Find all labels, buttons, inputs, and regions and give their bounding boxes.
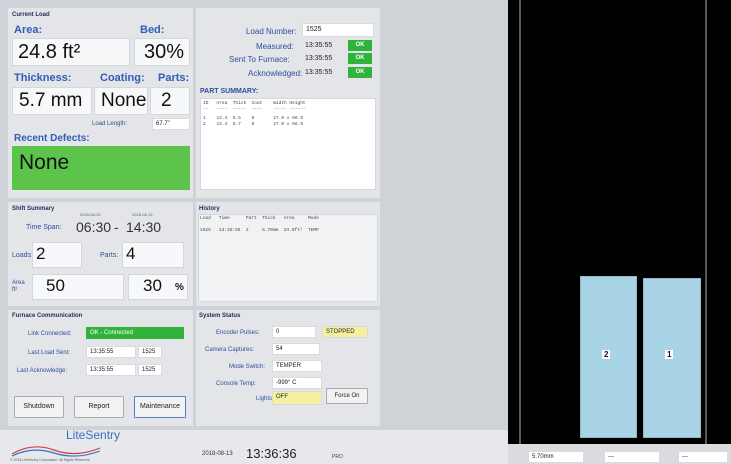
last-load-sent-time: 13:35:55 [86, 346, 136, 358]
area-value: 24.8 ft² [18, 41, 81, 63]
viewer-divider [519, 0, 521, 444]
viewer-field-2: --- [604, 451, 660, 463]
measured-status: OK [348, 40, 372, 51]
footer-date: 2018-08-13 [202, 451, 233, 457]
thickness-label: Thickness: [14, 72, 72, 84]
part-summary-row: 1 12.4 5.5 0 27.0 x 66.9 [203, 116, 303, 121]
time-span-label: Time Span: [26, 224, 62, 231]
bed-value: 30% [144, 41, 185, 63]
loads-value: 2 [36, 244, 46, 263]
loads-label: Loads: [12, 252, 34, 259]
link-connected-text: OK - Connected [90, 330, 134, 336]
last-load-sent-num: 1525 [138, 346, 162, 358]
coating-value: None [101, 90, 147, 111]
parts-label: Parts: [158, 72, 190, 84]
last-acknowledge-label: Last Acknowledge: [17, 368, 68, 374]
end-time: 14:30 [126, 219, 162, 235]
furnace-title: Furnace Communication [12, 313, 83, 319]
glass-part-1-label: 1 [665, 350, 674, 359]
part-summary-row: 2 12.4 5.7 0 27.0 x 66.9 [203, 122, 303, 127]
history-header: Load Time Part Thick Area Mode [200, 216, 319, 221]
footer-extra: PRO [332, 454, 343, 460]
end-date: 2018-08-13 [132, 212, 153, 217]
mode-switch-label: Mode Switch: [229, 364, 266, 370]
history-row[interactable]: 1525 13:35:55 2 5.70mm 24.8ft² TEMP [200, 228, 319, 233]
parts-value: 2 [161, 90, 172, 111]
viewer-divider [705, 0, 707, 444]
glass-part-2-label: 2 [602, 350, 611, 359]
load-length-value: 67.7" [152, 118, 190, 130]
console-temp-label: Console Temp: [216, 381, 256, 387]
console-temp-value: -999° C [272, 377, 322, 389]
start-time: 06:30 [76, 219, 112, 235]
shift-parts-label: Parts: [100, 252, 119, 259]
coating-label: Coating: [100, 72, 145, 84]
start-date: 2018-08-13 [80, 212, 101, 217]
thickness-readout: 5.70mm [528, 451, 584, 463]
last-acknowledge-num: 1525 [138, 364, 162, 376]
history-title: History [199, 206, 220, 212]
camera-label: Camera Captures: [205, 347, 255, 353]
recent-defects-value: None [19, 151, 70, 174]
camera-value: 54 [272, 343, 320, 355]
viewer-field-3: --- [678, 451, 728, 463]
shift-area-value: 50 [46, 276, 65, 295]
load-number-label: Load Number: [246, 27, 297, 36]
acknowledged-label: Acknowledged: [248, 69, 303, 78]
shift-pct-unit: % [175, 282, 184, 293]
part-summary-header: ID Area Thick Coat Width Height [203, 101, 306, 106]
copyright: © 2018 LiteSentry Corporation. All Right… [10, 458, 90, 462]
shift-area-label: Area ft² [12, 280, 25, 293]
ack-status: OK [348, 67, 372, 78]
system-status-title: System Status [199, 313, 241, 319]
ack-time: 13:35:55 [305, 69, 333, 76]
load-number-value: 1525 [302, 23, 374, 37]
measured-label: Measured: [256, 42, 294, 51]
part-summary-label: PART SUMMARY: [200, 88, 259, 95]
sent-status: OK [348, 53, 372, 64]
area-label: Area: [14, 24, 43, 36]
shift-pct-value: 30 [143, 276, 162, 295]
shift-parts-value: 4 [126, 244, 136, 263]
logo-text: LiteSentry [66, 428, 121, 442]
sent-time: 13:35:55 [305, 55, 333, 62]
shutdown-button[interactable]: Shutdown [14, 396, 64, 418]
bed-label: Bed: [140, 24, 165, 36]
last-acknowledge-time: 13:35:55 [86, 364, 136, 376]
measured-time: 13:35:55 [305, 42, 333, 49]
recent-defects-label: Recent Defects: [14, 133, 90, 144]
current-load-title: Current Load [12, 12, 50, 18]
maintenance-button[interactable]: Maintenance [134, 396, 186, 418]
encoder-value: 0 [272, 326, 316, 338]
last-load-sent-label: Last Load Sent: [28, 350, 71, 356]
report-button[interactable]: Report [74, 396, 124, 418]
thickness-value: 5.7 mm [19, 90, 83, 111]
time-separator: - [114, 219, 119, 235]
encoder-label: Encoder Pulses: [216, 330, 260, 336]
part-summary-divider: -- ---- ----- ---- ----- ------ [203, 107, 306, 112]
link-connected-label: Link Connected: [28, 331, 72, 337]
mode-switch-value: TEMPER [272, 360, 322, 372]
force-on-button[interactable]: Force On [326, 388, 368, 404]
shift-summary-title: Shift Summary [12, 206, 55, 212]
sent-to-furnace-label: Sent To Furnace: [229, 55, 290, 64]
footer-time: 13:36:36 [246, 446, 297, 461]
load-length-label: Load Length: [92, 121, 128, 127]
encoder-state: STOPPED [322, 326, 368, 338]
lights-value: OFF [272, 391, 322, 405]
